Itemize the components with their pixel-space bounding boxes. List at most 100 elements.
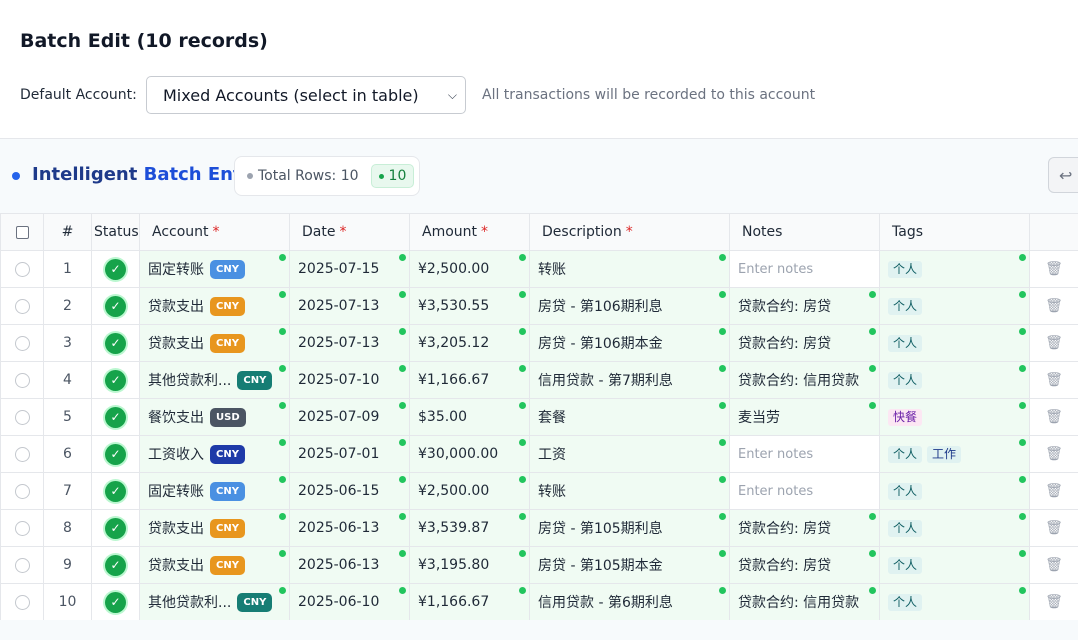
date-cell[interactable]: 2025-06-10 (289, 583, 410, 621)
account-cell[interactable]: 固定转账 CNY (139, 250, 290, 288)
trash-icon[interactable]: 🗑 (1045, 557, 1063, 573)
tag-badge[interactable]: 个人 (888, 371, 923, 389)
notes-cell[interactable]: 贷款合约: 房贷 (729, 546, 880, 584)
table-row[interactable]: 3 ✓ 贷款支出 CNY 2025-07-13 ¥3,205.12 房贷 - 第1… (0, 324, 1078, 362)
row-select-cell[interactable] (0, 435, 44, 473)
description-cell[interactable]: 信用贷款 - 第7期利息 (529, 361, 730, 399)
row-select-cell[interactable] (0, 361, 44, 399)
tag-badge[interactable]: 个人 (888, 556, 923, 574)
tags-cell[interactable]: 个人 (879, 472, 1030, 510)
row-select-radio[interactable] (14, 520, 30, 536)
date-cell[interactable]: 2025-07-10 (289, 361, 410, 399)
tags-cell[interactable]: 个人 (879, 583, 1030, 621)
tags-cell[interactable]: 个人 (879, 287, 1030, 325)
tag-badge[interactable]: 个人 (888, 297, 923, 315)
row-select-radio[interactable] (14, 261, 30, 277)
row-select-cell[interactable] (0, 509, 44, 547)
date-cell[interactable]: 2025-07-13 (289, 324, 410, 362)
notes-cell[interactable]: 贷款合约: 房贷 (729, 509, 880, 547)
amount-cell[interactable]: ¥1,166.67 (409, 583, 530, 621)
description-cell[interactable]: 信用贷款 - 第6期利息 (529, 583, 730, 621)
trash-icon[interactable]: 🗑 (1045, 446, 1063, 462)
table-row[interactable]: 9 ✓ 贷款支出 CNY 2025-06-13 ¥3,195.80 房贷 - 第1… (0, 546, 1078, 584)
amount-cell[interactable]: ¥2,500.00 (409, 472, 530, 510)
date-cell[interactable]: 2025-07-15 (289, 250, 410, 288)
table-row[interactable]: 5 ✓ 餐饮支出 USD 2025-07-09 $35.00 套餐 麦当劳 快餐 … (0, 398, 1078, 436)
description-cell[interactable]: 房贷 - 第106期利息 (529, 287, 730, 325)
account-cell[interactable]: 其他贷款利... CNY (139, 583, 290, 621)
notes-cell[interactable]: 贷款合约: 房贷 (729, 324, 880, 362)
trash-icon[interactable]: 🗑 (1045, 594, 1063, 610)
default-account-select[interactable]: Mixed Accounts (select in table) ⌵ (146, 76, 466, 114)
account-cell[interactable]: 其他贷款利... CNY (139, 361, 290, 399)
description-cell[interactable]: 房贷 - 第105期利息 (529, 509, 730, 547)
table-row[interactable]: 7 ✓ 固定转账 CNY 2025-06-15 ¥2,500.00 转账 Ente… (0, 472, 1078, 510)
trash-icon[interactable]: 🗑 (1045, 520, 1063, 536)
notes-cell[interactable]: 贷款合约: 信用贷款 (729, 583, 880, 621)
description-cell[interactable]: 套餐 (529, 398, 730, 436)
row-select-radio[interactable] (14, 557, 30, 573)
table-row[interactable]: 8 ✓ 贷款支出 CNY 2025-06-13 ¥3,539.87 房贷 - 第1… (0, 509, 1078, 547)
tags-cell[interactable]: 个人 (879, 361, 1030, 399)
undo-button[interactable]: ↩ (1048, 157, 1078, 193)
row-select-cell[interactable] (0, 287, 44, 325)
table-row[interactable]: 10 ✓ 其他贷款利... CNY 2025-06-10 ¥1,166.67 信用… (0, 583, 1078, 621)
row-select-cell[interactable] (0, 546, 44, 584)
table-row[interactable]: 6 ✓ 工资收入 CNY 2025-07-01 ¥30,000.00 工资 Ent… (0, 435, 1078, 473)
row-select-radio[interactable] (14, 298, 30, 314)
table-row[interactable]: 4 ✓ 其他贷款利... CNY 2025-07-10 ¥1,166.67 信用贷… (0, 361, 1078, 399)
row-select-radio[interactable] (14, 335, 30, 351)
date-cell[interactable]: 2025-06-13 (289, 509, 410, 547)
tag-badge[interactable]: 个人 (888, 445, 923, 463)
amount-cell[interactable]: ¥3,205.12 (409, 324, 530, 362)
account-cell[interactable]: 餐饮支出 USD (139, 398, 290, 436)
date-cell[interactable]: 2025-06-13 (289, 546, 410, 584)
row-select-cell[interactable] (0, 398, 44, 436)
date-cell[interactable]: 2025-07-01 (289, 435, 410, 473)
description-cell[interactable]: 转账 (529, 250, 730, 288)
tags-cell[interactable]: 个人 (879, 509, 1030, 547)
date-cell[interactable]: 2025-07-09 (289, 398, 410, 436)
trash-icon[interactable]: 🗑 (1045, 409, 1063, 425)
date-cell[interactable]: 2025-06-15 (289, 472, 410, 510)
tag-badge[interactable]: 个人 (888, 482, 923, 500)
tags-cell[interactable]: 快餐 (879, 398, 1030, 436)
notes-cell[interactable]: 贷款合约: 信用贷款 (729, 361, 880, 399)
description-cell[interactable]: 转账 (529, 472, 730, 510)
tags-cell[interactable]: 个人 (879, 546, 1030, 584)
amount-cell[interactable]: ¥3,539.87 (409, 509, 530, 547)
row-select-radio[interactable] (14, 594, 30, 610)
notes-cell[interactable]: Enter notes (729, 472, 880, 510)
select-all-checkbox[interactable] (15, 225, 29, 239)
tag-badge[interactable]: 个人 (888, 260, 923, 278)
trash-icon[interactable]: 🗑 (1045, 261, 1063, 277)
tag-badge[interactable]: 个人 (888, 593, 923, 611)
amount-cell[interactable]: $35.00 (409, 398, 530, 436)
row-select-radio[interactable] (14, 372, 30, 388)
notes-cell[interactable]: 麦当劳 (729, 398, 880, 436)
amount-cell[interactable]: ¥1,166.67 (409, 361, 530, 399)
amount-cell[interactable]: ¥2,500.00 (409, 250, 530, 288)
trash-icon[interactable]: 🗑 (1045, 483, 1063, 499)
amount-cell[interactable]: ¥3,530.55 (409, 287, 530, 325)
notes-cell[interactable]: 贷款合约: 房贷 (729, 287, 880, 325)
account-cell[interactable]: 贷款支出 CNY (139, 546, 290, 584)
row-select-radio[interactable] (14, 483, 30, 499)
account-cell[interactable]: 贷款支出 CNY (139, 324, 290, 362)
row-select-cell[interactable] (0, 250, 44, 288)
trash-icon[interactable]: 🗑 (1045, 372, 1063, 388)
amount-cell[interactable]: ¥30,000.00 (409, 435, 530, 473)
account-cell[interactable]: 贷款支出 CNY (139, 287, 290, 325)
trash-icon[interactable]: 🗑 (1045, 335, 1063, 351)
description-cell[interactable]: 房贷 - 第105期本金 (529, 546, 730, 584)
account-cell[interactable]: 工资收入 CNY (139, 435, 290, 473)
tag-badge[interactable]: 个人 (888, 519, 923, 537)
table-row[interactable]: 2 ✓ 贷款支出 CNY 2025-07-13 ¥3,530.55 房贷 - 第1… (0, 287, 1078, 325)
trash-icon[interactable]: 🗑 (1045, 298, 1063, 314)
table-row[interactable]: 1 ✓ 固定转账 CNY 2025-07-15 ¥2,500.00 转账 Ente… (0, 250, 1078, 288)
account-cell[interactable]: 固定转账 CNY (139, 472, 290, 510)
tag-badge[interactable]: 快餐 (888, 408, 923, 426)
row-select-cell[interactable] (0, 324, 44, 362)
tag-badge[interactable]: 工作 (927, 445, 962, 463)
description-cell[interactable]: 工资 (529, 435, 730, 473)
